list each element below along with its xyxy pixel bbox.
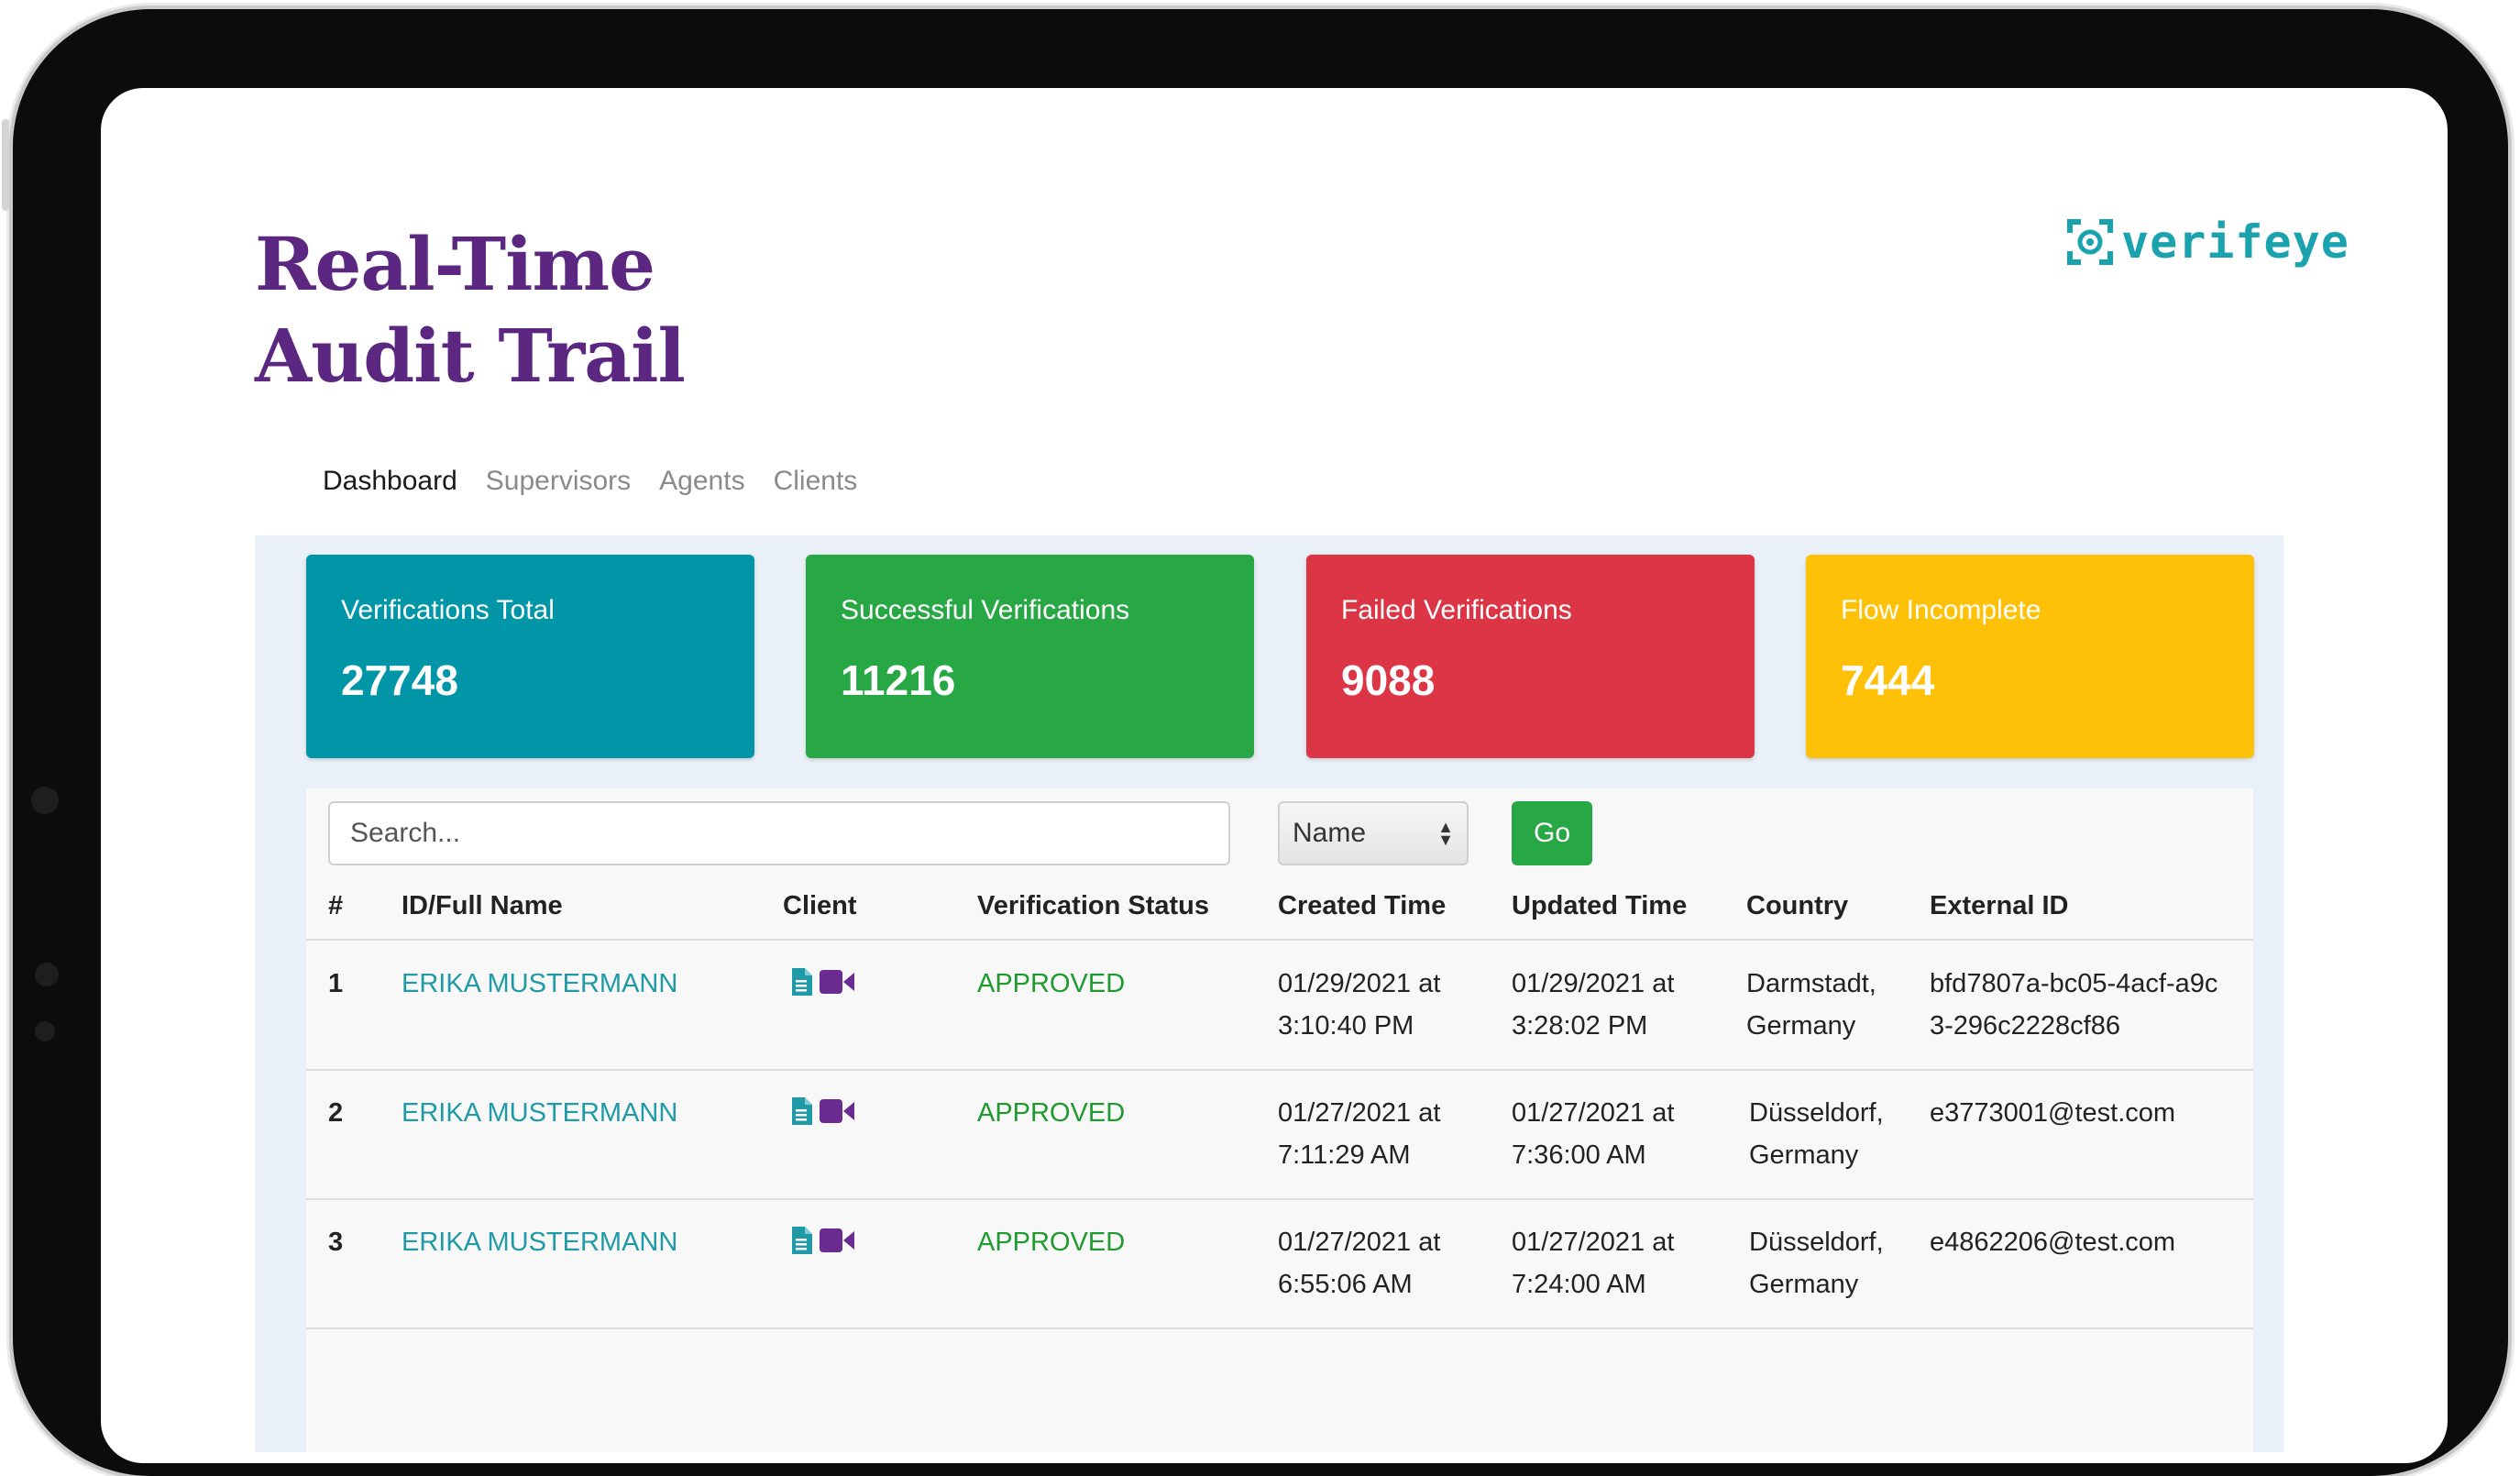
column-header-updated: Updated Time bbox=[1512, 891, 1688, 920]
country: Düsseldorf, Germany bbox=[1749, 1228, 1884, 1299]
nav-agents[interactable]: Agents bbox=[659, 466, 744, 497]
logo-eye-icon bbox=[2067, 219, 2113, 265]
document-icon[interactable] bbox=[790, 1097, 812, 1125]
client-icons bbox=[790, 1227, 854, 1254]
main-nav: Dashboard Supervisors Agents Clients bbox=[323, 466, 886, 497]
row-number: 1 bbox=[328, 969, 344, 998]
stat-card-total: Verifications Total 27748 bbox=[306, 555, 754, 758]
sensor-dot bbox=[35, 1021, 55, 1041]
stat-label: Successful Verifications bbox=[841, 595, 1130, 625]
column-header-country: Country bbox=[1746, 891, 1849, 920]
table-row: 3 ERIKA MUSTERMANN APPROVED 01/27/2021 a… bbox=[306, 1199, 2253, 1329]
row-name-link[interactable]: ERIKA MUSTERMANN bbox=[402, 963, 677, 1005]
client-icons bbox=[790, 968, 854, 996]
created-time: 01/27/2021 at 6:55:06 AM bbox=[1278, 1228, 1441, 1299]
table-header: # ID/Full Name Client Verification Statu… bbox=[306, 884, 2253, 941]
column-header-created: Created Time bbox=[1278, 891, 1447, 920]
stat-value: 27748 bbox=[341, 656, 458, 704]
document-icon[interactable] bbox=[790, 968, 812, 996]
verification-status: APPROVED bbox=[977, 1228, 1126, 1257]
client-icons bbox=[790, 1097, 854, 1125]
sensor-dot bbox=[35, 963, 59, 986]
screen: Real-Time Audit Trail verifeye Dashboard… bbox=[101, 88, 2448, 1463]
document-icon[interactable] bbox=[790, 1227, 812, 1254]
tablet-frame: Real-Time Audit Trail verifeye Dashboard… bbox=[2, 9, 2508, 1476]
row-number: 3 bbox=[328, 1228, 344, 1257]
external-id: bfd7807a-bc05-4acf-a9c3-296c2228cf86 bbox=[1930, 969, 2218, 1041]
stat-card-incomplete: Flow Incomplete 7444 bbox=[1806, 555, 2254, 758]
stat-value: 11216 bbox=[841, 656, 956, 704]
logo-text: verifeye bbox=[2121, 215, 2349, 269]
row-name-link[interactable]: ERIKA MUSTERMANN bbox=[402, 1092, 677, 1134]
stat-label: Verifications Total bbox=[341, 595, 555, 625]
stat-value: 9088 bbox=[1341, 656, 1436, 704]
video-icon[interactable] bbox=[820, 970, 854, 994]
country: Darmstadt, Germany bbox=[1746, 969, 1876, 1041]
column-header-status: Verification Status bbox=[977, 891, 1210, 920]
search-input[interactable] bbox=[328, 801, 1230, 865]
verifeye-logo: verifeye bbox=[2066, 215, 2349, 270]
stat-card-failed: Failed Verifications 9088 bbox=[1306, 555, 1755, 758]
page-title-line-1: Real-Time bbox=[255, 221, 655, 307]
column-header-client: Client bbox=[783, 891, 857, 920]
table-row: 2 ERIKA MUSTERMANN APPROVED 01/27/2021 a… bbox=[306, 1070, 2253, 1200]
audit-table: Name ▲▼ Go # ID/Full Name Client Verific… bbox=[306, 788, 2253, 1452]
table-row: 1 ERIKA MUSTERMANN APPROVED 01/29/2021 a… bbox=[306, 941, 2253, 1071]
country: Düsseldorf, Germany bbox=[1749, 1098, 1884, 1170]
column-header-name: ID/Full Name bbox=[402, 891, 563, 920]
video-icon[interactable] bbox=[820, 1228, 854, 1252]
created-time: 01/27/2021 at 7:11:29 AM bbox=[1278, 1098, 1441, 1170]
volume-button bbox=[2, 119, 9, 211]
row-number: 2 bbox=[328, 1098, 344, 1128]
filter-select[interactable]: Name ▲ ▼ bbox=[1278, 801, 1469, 865]
stat-label: Failed Verifications bbox=[1341, 595, 1572, 625]
dashboard-panel: Verifications Total 27748 Successful Ver… bbox=[255, 535, 2283, 1452]
row-name-link[interactable]: ERIKA MUSTERMANN bbox=[402, 1221, 677, 1263]
external-id: e4862206@test.com bbox=[1930, 1228, 2176, 1257]
page-title: Real-Time Audit Trail bbox=[255, 218, 686, 402]
camera-dot bbox=[31, 787, 59, 814]
select-arrows-icon: ▲ ▼ bbox=[1437, 818, 1454, 849]
updated-time: 01/27/2021 at 7:24:00 AM bbox=[1512, 1228, 1675, 1299]
column-header-external-id: External ID bbox=[1930, 891, 2069, 920]
page-title-line-2: Audit Trail bbox=[255, 313, 686, 399]
nav-supervisors[interactable]: Supervisors bbox=[486, 466, 631, 497]
video-icon[interactable] bbox=[820, 1099, 854, 1123]
verification-status: APPROVED bbox=[977, 969, 1126, 998]
nav-dashboard[interactable]: Dashboard bbox=[323, 466, 457, 497]
external-id: e3773001@test.com bbox=[1930, 1098, 2176, 1128]
go-button[interactable]: Go bbox=[1512, 801, 1592, 865]
created-time: 01/29/2021 at 3:10:40 PM bbox=[1278, 969, 1441, 1041]
stat-card-successful: Successful Verifications 11216 bbox=[806, 555, 1254, 758]
column-header-number: # bbox=[328, 891, 344, 920]
updated-time: 01/27/2021 at 7:36:00 AM bbox=[1512, 1098, 1675, 1170]
updated-time: 01/29/2021 at 3:28:02 PM bbox=[1512, 969, 1675, 1041]
stat-value: 7444 bbox=[1841, 656, 1935, 704]
nav-clients[interactable]: Clients bbox=[774, 466, 858, 497]
stat-label: Flow Incomplete bbox=[1841, 595, 2041, 625]
verification-status: APPROVED bbox=[977, 1098, 1126, 1128]
filter-select-value: Name bbox=[1293, 818, 1367, 848]
